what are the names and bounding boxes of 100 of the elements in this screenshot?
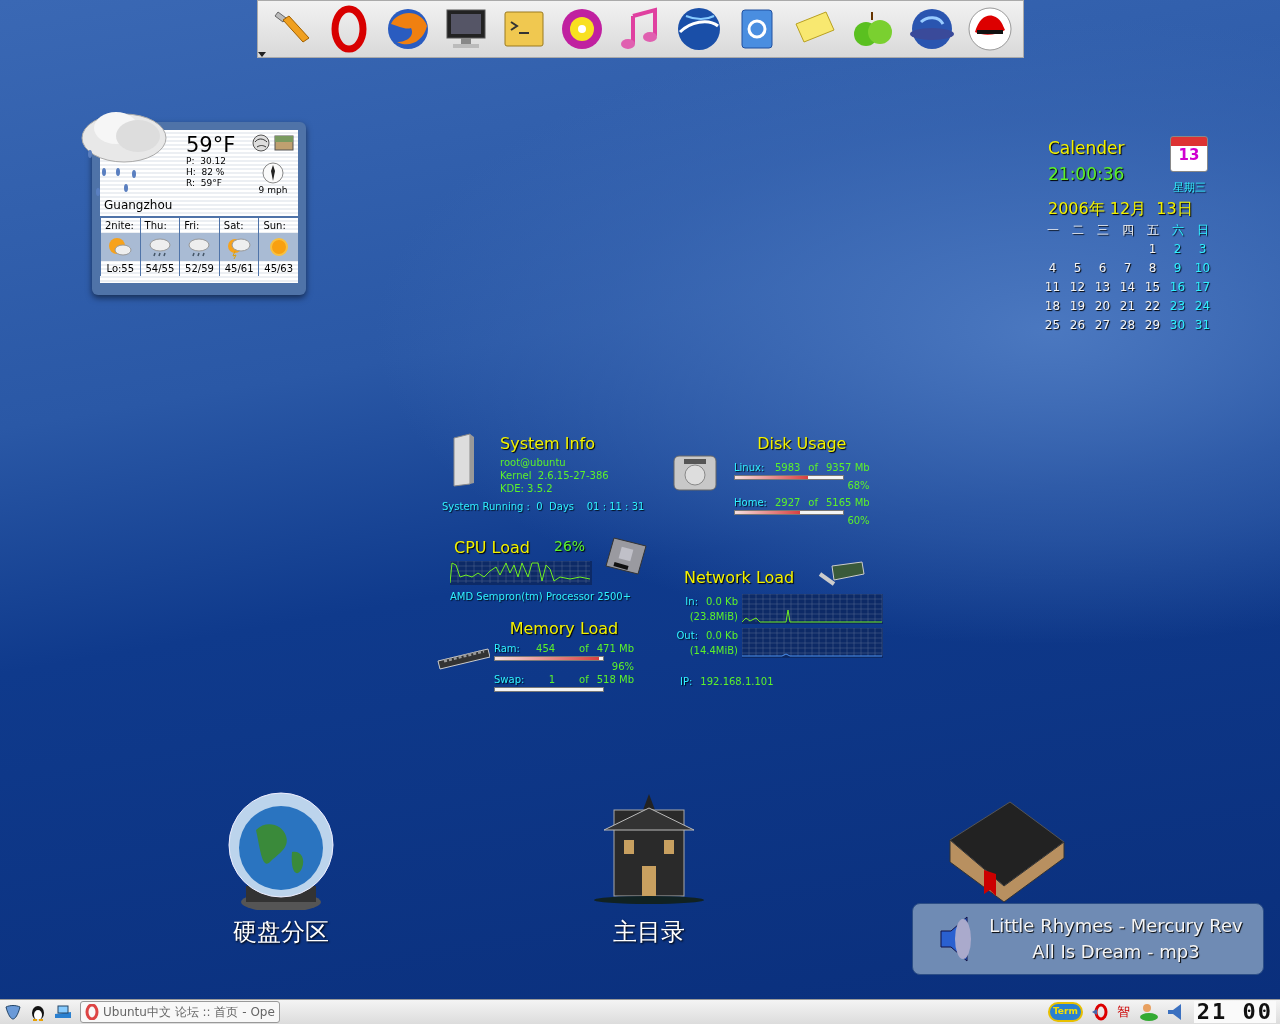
- calendar-day[interactable]: 1: [1140, 239, 1165, 258]
- widget-title: Network Load: [683, 567, 795, 589]
- total-value: 5165 Mb: [826, 496, 870, 510]
- system-info-line: KDE: 3.5.2: [500, 482, 554, 495]
- weekday-header: 三: [1095, 221, 1110, 239]
- weekday-header: 六: [1170, 221, 1185, 239]
- widget-title: Disk Usage: [756, 433, 848, 455]
- calendar-day[interactable]: 20: [1090, 296, 1115, 315]
- forecast-day: Thu:: [140, 217, 180, 233]
- of-label: of: [579, 642, 589, 656]
- widget-title: System Info: [500, 433, 597, 455]
- system-info-line: root@ubuntu: [500, 456, 567, 469]
- calendar-day[interactable]: 21: [1115, 296, 1140, 315]
- forecast-day: 2nite:: [101, 217, 140, 233]
- calendar-day[interactable]: 31: [1190, 315, 1215, 334]
- used-value: 5983: [774, 461, 801, 475]
- calendar-day[interactable]: 8: [1140, 258, 1165, 277]
- panel-clock[interactable]: 21 00: [1193, 1001, 1276, 1023]
- calendar-date-icon: 13: [1170, 136, 1208, 172]
- desktop-icon-label[interactable]: 硬盘分区: [233, 914, 329, 950]
- calendar-day[interactable]: 24: [1190, 296, 1215, 315]
- forecast-temperature: 52/59: [184, 261, 215, 276]
- calendar-day[interactable]: 7: [1115, 258, 1140, 277]
- of-label: of: [579, 673, 589, 687]
- ip-address: 192.168.1.101: [700, 675, 774, 689]
- wind-speed: 9 mph: [258, 184, 288, 197]
- compass-icon: [262, 162, 284, 184]
- calendar-day[interactable]: 19: [1065, 296, 1090, 315]
- memory-label: Swap:: [494, 673, 525, 687]
- terminal-tray-icon[interactable]: Term: [1047, 1002, 1083, 1022]
- processor-chip-icon: [604, 536, 648, 576]
- calendar-day[interactable]: 3: [1190, 239, 1215, 258]
- used-value: 454: [536, 642, 556, 656]
- calendar-day[interactable]: 13: [1090, 277, 1115, 296]
- disk-label: Linux:: [734, 461, 765, 475]
- disk-percent: 60%: [846, 515, 870, 526]
- system-info-line: Kernel 2.6.15-27-386: [500, 469, 609, 482]
- weekday-header: 二: [1070, 221, 1085, 239]
- ip-label: IP:: [680, 675, 693, 689]
- weekday-header: 五: [1145, 221, 1160, 239]
- notification-text: Little Rhymes - Mercury Rev: [989, 914, 1243, 938]
- calendar-day[interactable]: 26: [1065, 315, 1090, 334]
- weekday-label: 星期三: [1172, 180, 1206, 196]
- forecast-temperature: 45/61: [223, 261, 255, 276]
- calendar-day[interactable]: 2: [1165, 239, 1190, 258]
- widget-title: CPU Load: [454, 537, 530, 559]
- calendar-day[interactable]: 12: [1065, 277, 1090, 296]
- calendar-day[interactable]: 10: [1190, 258, 1215, 277]
- taskbar-task-button[interactable]: Ubuntu中文 论坛 :: 首页 - Ope: [80, 1001, 280, 1023]
- network-label: Out:: [676, 629, 698, 643]
- calendar-day[interactable]: 9: [1165, 258, 1190, 277]
- calendar-day[interactable]: 25: [1040, 315, 1065, 334]
- calendar-day[interactable]: 15: [1140, 277, 1165, 296]
- kde-menu-icon[interactable]: [4, 1003, 22, 1021]
- calendar-day[interactable]: 27: [1090, 315, 1115, 334]
- disk-label: Home:: [734, 496, 767, 510]
- of-label: of: [808, 496, 818, 510]
- memory-percent: 96%: [610, 661, 634, 672]
- globe-icon[interactable]: [226, 790, 336, 910]
- penguin-icon[interactable]: [30, 1003, 46, 1021]
- widget-title: Memory Load: [508, 618, 620, 640]
- landscape-photo-icon[interactable]: [274, 134, 294, 152]
- calendar-day[interactable]: 4: [1040, 258, 1065, 277]
- calendar-day[interactable]: 30: [1165, 315, 1190, 334]
- network-card-icon: [818, 560, 867, 588]
- ring-icon[interactable]: [1090, 1003, 1109, 1021]
- calendar-day[interactable]: 22: [1140, 296, 1165, 315]
- network-rate: 0.0 Kb: [706, 629, 738, 643]
- used-value: 1: [548, 673, 556, 687]
- calendar-title: Calender: [1048, 137, 1125, 160]
- calendar-day[interactable]: 5: [1065, 258, 1090, 277]
- calendar-day[interactable]: 14: [1115, 277, 1140, 296]
- calendar-day[interactable]: 18: [1040, 296, 1065, 315]
- total-value: 471 Mb: [596, 642, 634, 656]
- calendar-day[interactable]: 28: [1115, 315, 1140, 334]
- weekday-header: 四: [1120, 221, 1135, 239]
- calendar-day[interactable]: 23: [1165, 296, 1190, 315]
- calendar-day[interactable]: 17: [1190, 277, 1215, 296]
- input-method-tray-icon[interactable]: 智: [1116, 1002, 1130, 1022]
- calendar-day[interactable]: 29: [1140, 315, 1165, 334]
- calendar-day[interactable]: 16: [1165, 277, 1190, 296]
- forecast-day: Fri:: [180, 217, 219, 233]
- notification-text: All Is Dream - mp3: [1032, 940, 1200, 964]
- menu-arrow-icon[interactable]: [258, 52, 266, 57]
- calendar-day[interactable]: 6: [1090, 258, 1115, 277]
- weekday-header: 一: [1045, 221, 1060, 239]
- calendar-day[interactable]: 11: [1040, 277, 1065, 296]
- globe-icon[interactable]: [252, 134, 270, 152]
- network-label: In:: [685, 595, 698, 609]
- of-label: of: [808, 461, 818, 475]
- person-icon[interactable]: [1137, 1003, 1158, 1021]
- total-value: 9357 Mb: [826, 461, 870, 475]
- desktop-icon[interactable]: [54, 1004, 72, 1020]
- tower-computer-icon: [450, 432, 476, 488]
- forecast-temperature: Lo:55: [105, 261, 136, 276]
- desktop-icon-label[interactable]: 主目录: [613, 914, 685, 950]
- temperature-reading: 59°F: [186, 134, 236, 156]
- forecast-temperature: 54/55: [144, 261, 176, 276]
- weekday-header: 日: [1195, 221, 1210, 239]
- network-total: (14.4MiB): [688, 644, 738, 658]
